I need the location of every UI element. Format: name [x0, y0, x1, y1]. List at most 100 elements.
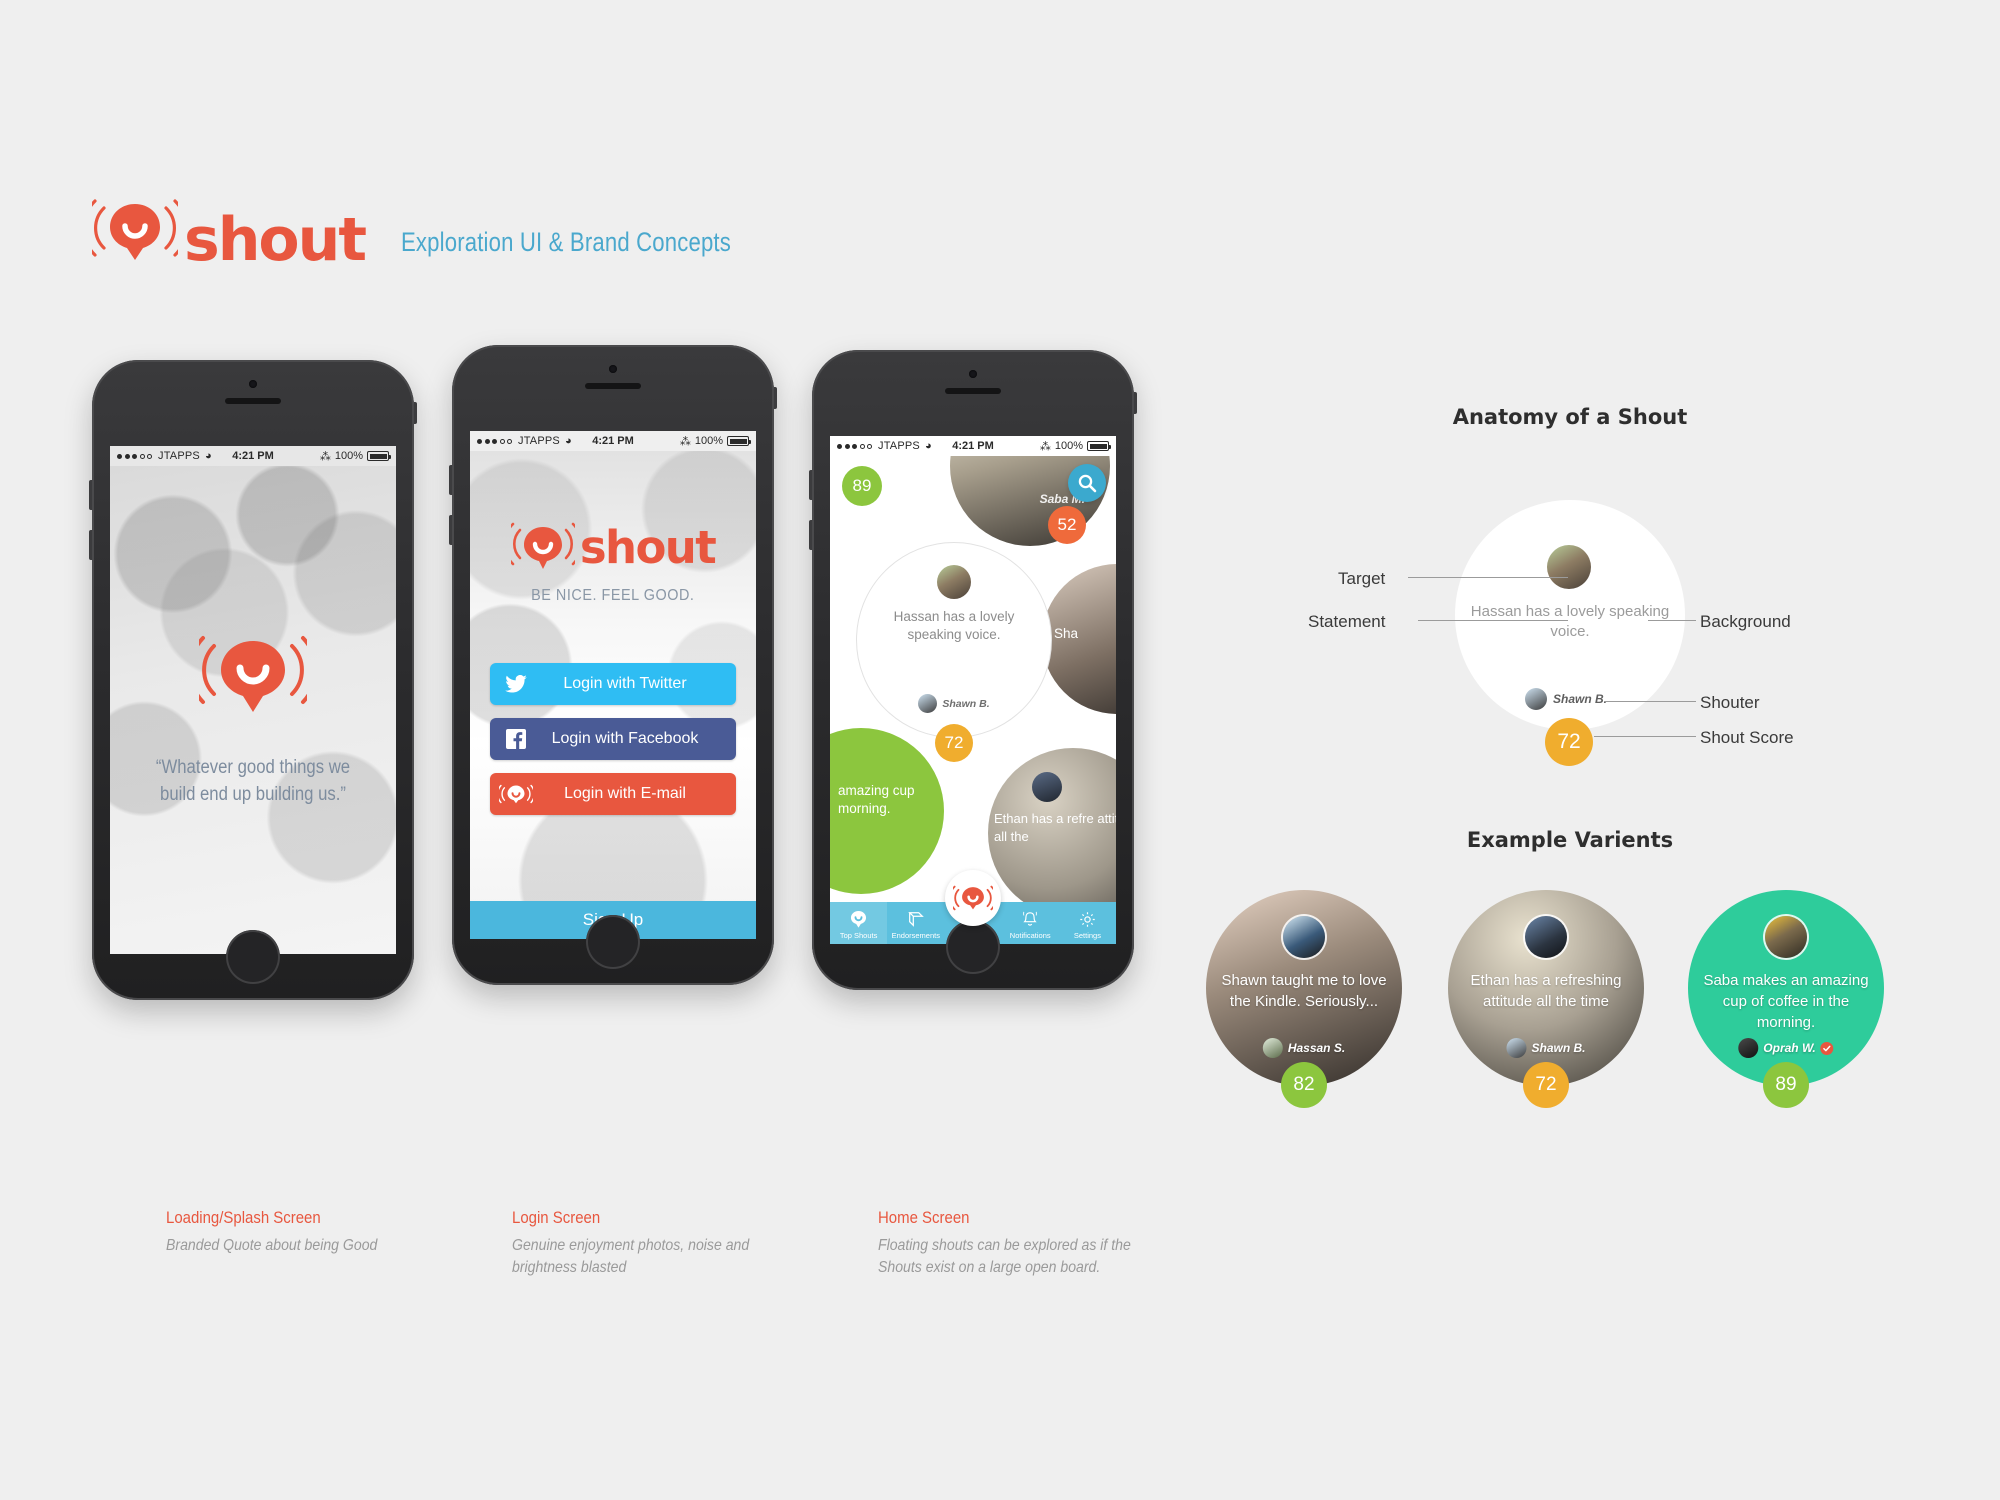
target-avatar	[1765, 916, 1807, 958]
front-camera-icon	[249, 380, 257, 388]
login-buttons: Login with Twitter Login with Facebook L…	[490, 663, 736, 815]
status-bar: JTAPPS ◕ 4:21 PM ⁂ 100%	[470, 431, 756, 451]
tab-label: Top Shouts	[839, 931, 878, 940]
variant-score-badge[interactable]: 89	[1763, 1062, 1809, 1108]
front-camera-icon	[969, 370, 977, 378]
status-right: ⁂ 100%	[679, 435, 751, 448]
home-button[interactable]	[226, 930, 280, 984]
anatomy-label-shout-score: Shout Score	[1700, 728, 1794, 747]
shout-icon	[953, 885, 993, 911]
floating-score-badge[interactable]: 52	[1048, 506, 1086, 544]
home-body: Saba M. Sha amazing cup morning. Ethan h…	[830, 456, 1116, 944]
carrier-label: JTAPPS	[158, 450, 200, 462]
tab-settings[interactable]: Settings	[1059, 902, 1116, 944]
login-with-facebook-button[interactable]: Login with Facebook	[490, 718, 736, 760]
shout-logo-icon	[82, 196, 188, 268]
wifi-icon: ◕	[924, 440, 932, 452]
login-with-twitter-label: Login with Twitter	[563, 675, 687, 692]
shout-score-badge[interactable]: 72	[935, 724, 973, 762]
login-with-facebook-label: Login with Facebook	[551, 730, 699, 747]
leader-line	[1604, 701, 1696, 702]
phone-login: JTAPPS ◕ 4:21 PM ⁂ 100% shout BE NICE. F…	[449, 345, 777, 985]
verified-badge-icon	[1820, 1041, 1834, 1055]
caption-description: Branded Quote about being Good	[166, 1237, 378, 1254]
search-button[interactable]	[1068, 464, 1106, 502]
volume-button[interactable]	[89, 530, 92, 560]
floating-shout-text: Sha	[1054, 626, 1079, 641]
power-button[interactable]	[414, 402, 417, 424]
status-right: ⁂ 100%	[320, 450, 391, 463]
floating-score-badge[interactable]: 89	[842, 466, 882, 506]
main-shout-bubble[interactable]: Hassan has a lovely speaking voice. Shaw…	[856, 542, 1052, 738]
target-avatar	[1547, 545, 1591, 589]
tab-endorsements[interactable]: Endorsements	[887, 902, 944, 944]
login-with-email-button[interactable]: Login with E-mail	[490, 773, 736, 815]
tab-notifications[interactable]: Notifications	[1002, 902, 1059, 944]
shout-statement: Hassan has a lovely speaking voice.	[893, 609, 1015, 642]
power-button[interactable]	[774, 387, 777, 409]
tab-label: Settings	[1073, 931, 1101, 940]
brand-tagline: BE NICE. FEEL GOOD.	[531, 587, 695, 604]
status-right: ⁂ 100%	[1039, 440, 1111, 453]
signal-dots-icon	[837, 443, 872, 449]
bell-icon	[1022, 910, 1038, 928]
bluetooth-icon: ⁂	[679, 435, 691, 448]
shout-logo-icon	[503, 519, 583, 575]
brand-wordmark: shout	[184, 205, 367, 275]
new-shout-button[interactable]	[945, 870, 1001, 926]
shouter-name: Oprah W.	[1763, 1041, 1816, 1055]
front-camera-icon	[609, 365, 617, 373]
variant-score-badge[interactable]: 82	[1281, 1062, 1327, 1108]
anatomy-title: Anatomy of a Shout	[1452, 405, 1688, 429]
caption-login: Login Screen Genuine enjoyment photos, n…	[512, 1208, 812, 1279]
shout-shouter: Shawn B.	[918, 694, 990, 713]
leader-line	[1408, 577, 1568, 578]
volume-button[interactable]	[809, 520, 812, 550]
variant-score-badge[interactable]: 72	[1523, 1062, 1569, 1108]
earpiece-speaker	[945, 388, 1001, 394]
floating-shout-bubble[interactable]: amazing cup morning.	[830, 728, 944, 894]
power-button[interactable]	[1134, 392, 1137, 414]
caption-home: Home Screen Floating shouts can be explo…	[878, 1208, 1178, 1279]
presentation-board: shout Exploration UI & Brand Concepts JT…	[0, 0, 2000, 1500]
variant-statement: Shawn taught me to love the Kindle. Seri…	[1221, 972, 1387, 1010]
shouter-avatar	[1738, 1038, 1759, 1058]
leader-line	[1648, 620, 1696, 621]
shouter-avatar	[1262, 1038, 1283, 1058]
target-avatar	[1283, 916, 1325, 958]
wifi-icon: ◕	[564, 435, 572, 447]
gear-icon	[1079, 910, 1096, 928]
shouter-avatar	[918, 694, 938, 713]
floating-shout-bubble[interactable]: Ethan has a refre attitude all the	[988, 748, 1116, 918]
variant-statement: Ethan has a refreshing attitude all the …	[1470, 972, 1622, 1010]
splash-quote: “Whatever good things we build end up bu…	[155, 757, 351, 805]
status-left: JTAPPS ◕	[477, 435, 572, 447]
brand-wordmark: shout	[579, 520, 717, 574]
shouter-avatar	[1506, 1038, 1527, 1058]
search-icon	[1078, 474, 1097, 493]
status-bar: JTAPPS ◕ 4:21 PM ⁂ 100%	[110, 446, 396, 466]
anatomy-label-background: Background	[1700, 612, 1791, 631]
home-button[interactable]	[586, 915, 640, 969]
variant-shout-2[interactable]: Ethan has a refreshing attitude all the …	[1448, 890, 1644, 1108]
earpiece-speaker	[585, 383, 641, 389]
anatomy-label-statement: Statement	[1308, 612, 1386, 631]
tab-top-shouts[interactable]: Top Shouts	[830, 902, 888, 944]
shouter-name: Shawn B.	[1531, 1041, 1586, 1055]
login-screen: JTAPPS ◕ 4:21 PM ⁂ 100% shout BE NICE. F…	[470, 431, 756, 939]
anatomy-label-target: Target	[1338, 569, 1386, 588]
battery-percent: 100%	[694, 435, 723, 447]
login-with-email-label: Login with E-mail	[564, 785, 686, 802]
deck-subtitle: Exploration UI & Brand Concepts	[401, 227, 732, 257]
variant-shout-3[interactable]: Saba makes an amazing cup of coffee in t…	[1688, 890, 1884, 1108]
status-left: JTAPPS ◕	[837, 440, 932, 452]
floating-shout-bubble[interactable]: Sha	[1042, 564, 1116, 714]
login-with-twitter-button[interactable]: Login with Twitter	[490, 663, 736, 705]
variant-shout-1[interactable]: Shawn taught me to love the Kindle. Seri…	[1206, 890, 1402, 1108]
anatomy-label-shouter: Shouter	[1700, 693, 1760, 712]
home-button[interactable]	[946, 920, 1000, 974]
volume-button[interactable]	[449, 515, 452, 545]
bluetooth-icon: ⁂	[1039, 440, 1051, 453]
target-avatar	[1525, 916, 1567, 958]
phone-splash: JTAPPS ◕ 4:21 PM ⁂ 100% “Whatever good t…	[89, 360, 417, 1000]
